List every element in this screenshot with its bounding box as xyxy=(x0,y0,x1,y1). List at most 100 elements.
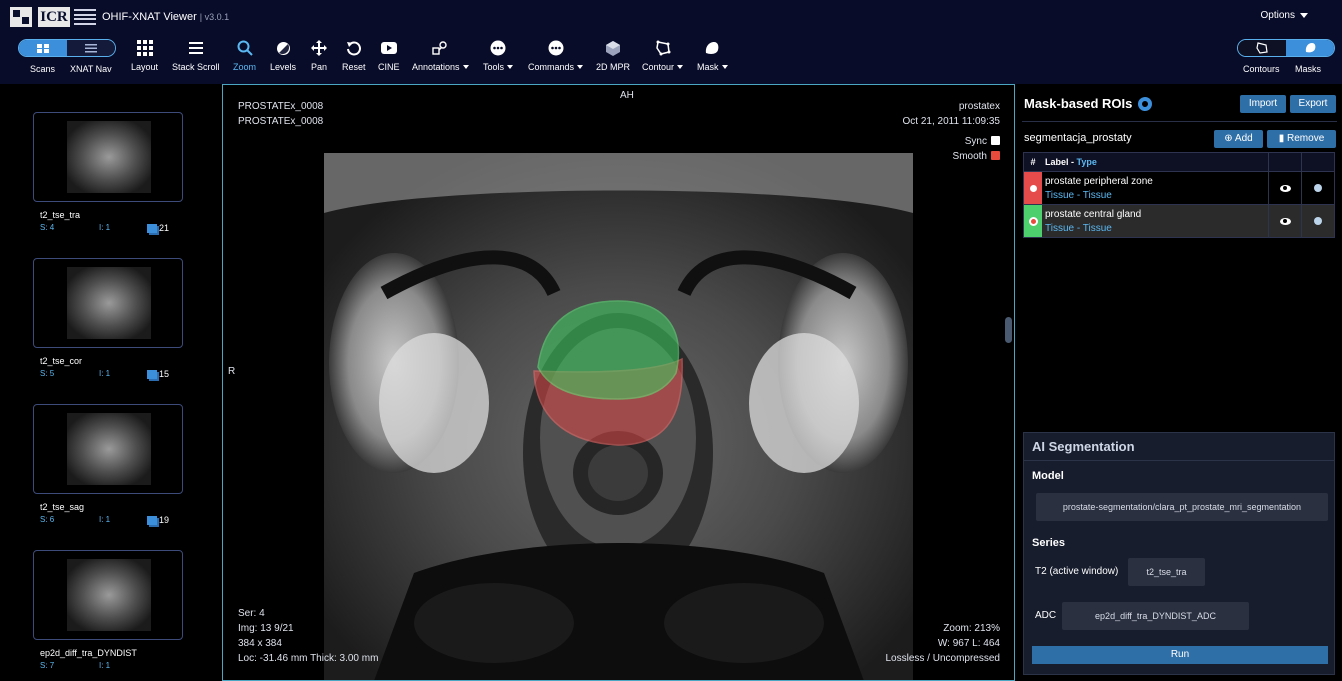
series-thumbnail[interactable] xyxy=(33,112,183,202)
masks-toggle[interactable] xyxy=(1286,40,1334,56)
export-button[interactable]: Export xyxy=(1290,95,1336,113)
tool-tools[interactable]: Tools xyxy=(483,38,514,72)
bars-icon xyxy=(188,38,203,58)
logo-row: ICR OHIF-XNAT Viewer | v3.0.1 xyxy=(10,6,229,28)
color-picker[interactable] xyxy=(1301,172,1334,204)
trash-icon: ▮ xyxy=(1278,133,1288,144)
run-button[interactable]: Run xyxy=(1032,646,1328,664)
roi-type: Tissue - Tissue xyxy=(1045,223,1112,234)
mri-image[interactable] xyxy=(324,153,913,681)
eye-icon xyxy=(1279,217,1291,225)
visibility-toggle[interactable] xyxy=(1268,172,1301,204)
tool-label: Pan xyxy=(311,62,328,72)
series-list: t2_tse_tra S: 4 I: 1 21 t2_tse_cor S: 5 I:… xyxy=(0,84,218,681)
series-name: t2_tse_cor xyxy=(40,356,83,366)
tool-label: Levels xyxy=(270,62,297,72)
tool-label: Commands xyxy=(528,62,584,72)
roi-panel-header: Mask-based ROIs xyxy=(1024,96,1153,111)
tool-commands[interactable]: Commands xyxy=(528,38,584,72)
chevron-down-icon xyxy=(577,65,584,69)
panel-toggle-right[interactable] xyxy=(1237,39,1335,57)
divider xyxy=(1022,121,1337,122)
roi-select-radio[interactable] xyxy=(1029,184,1037,192)
roi-label-cell[interactable]: prostate peripheral zone Tissue - Tissue xyxy=(1042,172,1268,204)
play-icon xyxy=(380,38,397,58)
series-preview-image xyxy=(67,267,151,339)
top-header: ICR OHIF-XNAT Viewer | v3.0.1 Options Sc… xyxy=(0,0,1342,84)
image-number: Img: 13 9/21 xyxy=(238,623,294,634)
compression-info: Lossless / Uncompressed xyxy=(885,653,1001,664)
add-label: Add xyxy=(1234,133,1253,144)
ohif-logo xyxy=(74,7,96,27)
t2-label: T2 (active window) xyxy=(1035,566,1119,577)
contours-label: Contours xyxy=(1243,64,1280,74)
tool-cine[interactable]: CINE xyxy=(378,38,400,72)
color-picker[interactable] xyxy=(1301,205,1334,237)
roi-color-swatch[interactable] xyxy=(1024,205,1042,237)
cube-icon xyxy=(606,38,620,58)
tool-contour[interactable]: Contour xyxy=(642,38,684,72)
t2-series-select[interactable]: t2_tse_tra xyxy=(1128,558,1205,586)
tool-annotations[interactable]: Annotations xyxy=(412,38,469,72)
chevron-down-icon xyxy=(1300,13,1308,18)
scroll-handle[interactable] xyxy=(1005,317,1012,343)
gear-icon[interactable] xyxy=(1138,96,1153,111)
roi-color-swatch[interactable] xyxy=(1024,172,1042,204)
sync-checkbox[interactable] xyxy=(991,136,1000,145)
tool-pan[interactable]: Pan xyxy=(311,38,327,72)
smooth-checkbox-row[interactable]: Smooth xyxy=(903,149,1000,164)
reset-icon xyxy=(346,38,362,58)
tool-zoom[interactable]: Zoom xyxy=(233,38,256,72)
tool-stack-scroll[interactable]: Stack Scroll xyxy=(172,38,220,72)
import-button[interactable]: Import xyxy=(1240,95,1286,113)
series-name: t2_tse_tra xyxy=(40,210,81,220)
tool-reset[interactable]: Reset xyxy=(342,38,366,72)
series-thumbnail[interactable] xyxy=(33,404,183,494)
roi-row[interactable]: prostate peripheral zone Tissue - Tissue xyxy=(1024,171,1334,204)
image-viewport[interactable]: PROSTATEx_0008 PROSTATEx_0008 AH R prost… xyxy=(222,84,1015,681)
plus-icon: ⊕ xyxy=(1224,133,1235,144)
model-select[interactable]: prostate-segmentation/clara_pt_prostate_… xyxy=(1036,493,1328,521)
tool-layout[interactable]: Layout xyxy=(131,38,158,72)
tool-levels[interactable]: Levels xyxy=(270,38,296,72)
mask-icon xyxy=(1305,43,1316,53)
smooth-checkbox[interactable] xyxy=(991,151,1000,160)
ai-segmentation-panel: AI Segmentation Model prostate-segmentat… xyxy=(1023,432,1335,675)
tool-label: Tools xyxy=(483,62,514,72)
remove-button[interactable]: ▮ Remove xyxy=(1267,130,1336,148)
image-dimensions: 384 x 384 xyxy=(238,638,282,649)
tool-mask[interactable]: Mask xyxy=(697,38,728,72)
project-name: prostatex xyxy=(958,101,1000,112)
col-visibility xyxy=(1268,153,1301,171)
masks-label: Masks xyxy=(1295,64,1322,74)
slice-location: Loc: -31.46 mm Thick: 3.00 mm xyxy=(238,653,379,664)
series-image-count: 15 xyxy=(147,369,169,379)
visibility-toggle[interactable] xyxy=(1268,205,1301,237)
roi-label: prostate peripheral zone xyxy=(1045,176,1153,187)
palette-icon xyxy=(1314,217,1322,225)
contours-toggle[interactable] xyxy=(1238,40,1286,56)
overlay-top-left: PROSTATEx_0008 PROSTATEx_0008 xyxy=(238,99,323,129)
series-thumbnail[interactable] xyxy=(33,258,183,348)
contour-icon xyxy=(655,38,671,58)
series-preview-image xyxy=(67,559,151,631)
overlay-top-right: prostatex Oct 21, 2011 11:09:35 Sync Smo… xyxy=(903,99,1000,164)
scans-toggle[interactable] xyxy=(19,40,67,56)
roi-type: Tissue - Tissue xyxy=(1045,190,1112,201)
xnat-nav-toggle[interactable] xyxy=(67,40,115,56)
roi-select-radio[interactable] xyxy=(1028,216,1038,226)
options-menu[interactable]: Options xyxy=(1261,10,1308,21)
grid-icon xyxy=(37,43,49,53)
adc-series-select[interactable]: ep2d_diff_tra_DYNDIST_ADC xyxy=(1062,602,1249,630)
panel-toggle-left[interactable] xyxy=(18,39,116,57)
adc-label: ADC xyxy=(1035,610,1057,621)
series-thumbnail[interactable] xyxy=(33,550,183,640)
series-preview-image xyxy=(67,121,151,193)
add-button[interactable]: ⊕ Add xyxy=(1214,130,1263,148)
roi-row[interactable]: prostate central gland Tissue - Tissue xyxy=(1024,204,1334,237)
zoom-level: Zoom: 213% xyxy=(943,623,1000,634)
tool-2d-mpr[interactable]: 2D MPR xyxy=(596,38,630,72)
app-version: | v3.0.1 xyxy=(199,12,230,22)
sync-checkbox-row[interactable]: Sync xyxy=(903,134,1000,149)
roi-label-cell[interactable]: prostate central gland Tissue - Tissue xyxy=(1042,205,1268,237)
